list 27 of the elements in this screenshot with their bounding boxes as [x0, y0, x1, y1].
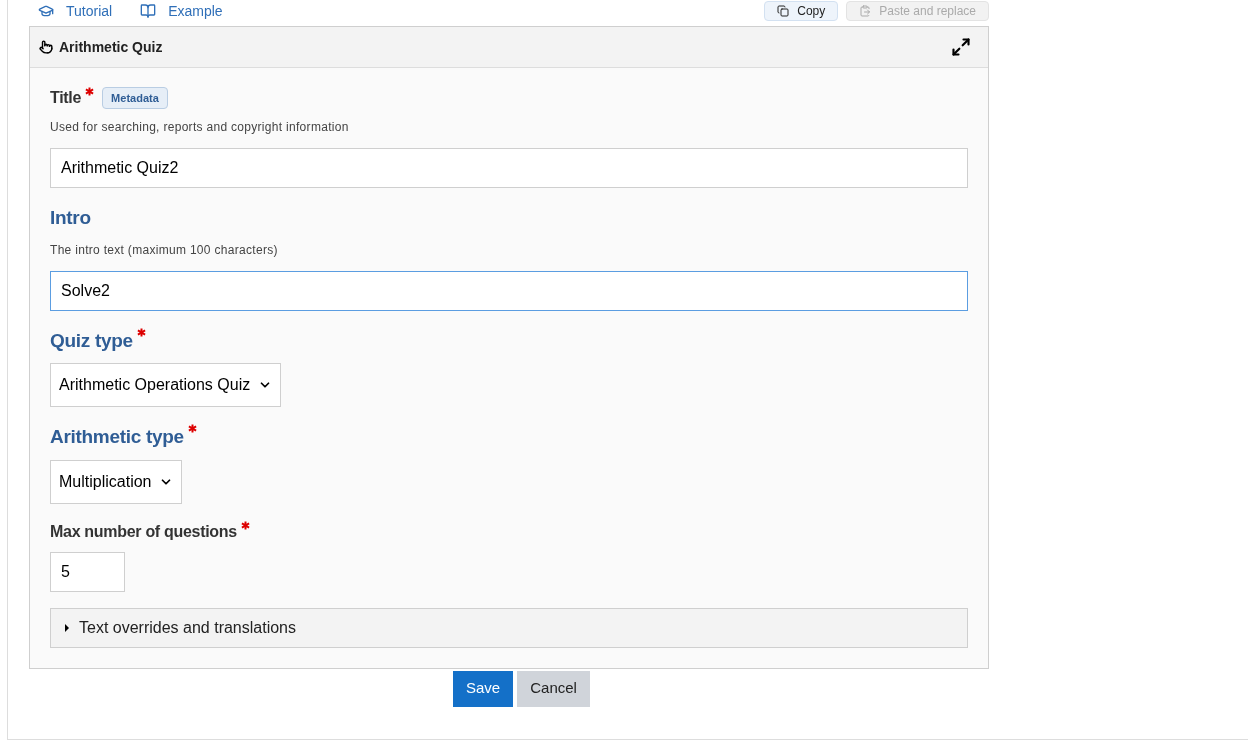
field-label: Max number of questions: [50, 521, 237, 542]
help-link[interactable]: Tutorial: [38, 0, 113, 22]
metadata-tag[interactable]: Metadata: [102, 86, 168, 110]
caret-icon: [65, 623, 69, 632]
select-field[interactable]: Multiplication: [50, 459, 183, 504]
panel-title: Arithmetic Quiz: [59, 37, 163, 57]
clipboard-icon: [859, 5, 872, 17]
save-button[interactable]: Save: [453, 670, 514, 707]
cancel-button[interactable]: Cancel: [517, 670, 590, 707]
field-label: Arithmetic type: [50, 425, 184, 449]
book-icon: [140, 3, 157, 19]
text-field[interactable]: Solve2: [50, 270, 968, 311]
field-label: Intro: [50, 206, 91, 230]
field-label: Quiz type: [50, 328, 133, 353]
help-link[interactable]: Example: [140, 0, 223, 22]
number-field[interactable]: 5: [50, 551, 125, 592]
copy-icon: [777, 5, 790, 17]
graduation-cap-icon: [38, 3, 54, 19]
field-description: The intro text (maximum 100 characters): [50, 241, 279, 259]
collapsible-section[interactable]: Text overrides and translations: [50, 607, 968, 648]
field-description: Used for searching, reports and copyright information: [50, 119, 350, 136]
text-field[interactable]: Arithmetic Quiz2: [50, 148, 968, 188]
toolbar-button[interactable]: Copy: [764, 1, 839, 21]
pointer-icon: [39, 40, 53, 54]
field-label: Title: [50, 88, 82, 108]
select-field[interactable]: Arithmetic Operations Quiz: [50, 363, 282, 407]
expand-icon[interactable]: [951, 37, 971, 57]
